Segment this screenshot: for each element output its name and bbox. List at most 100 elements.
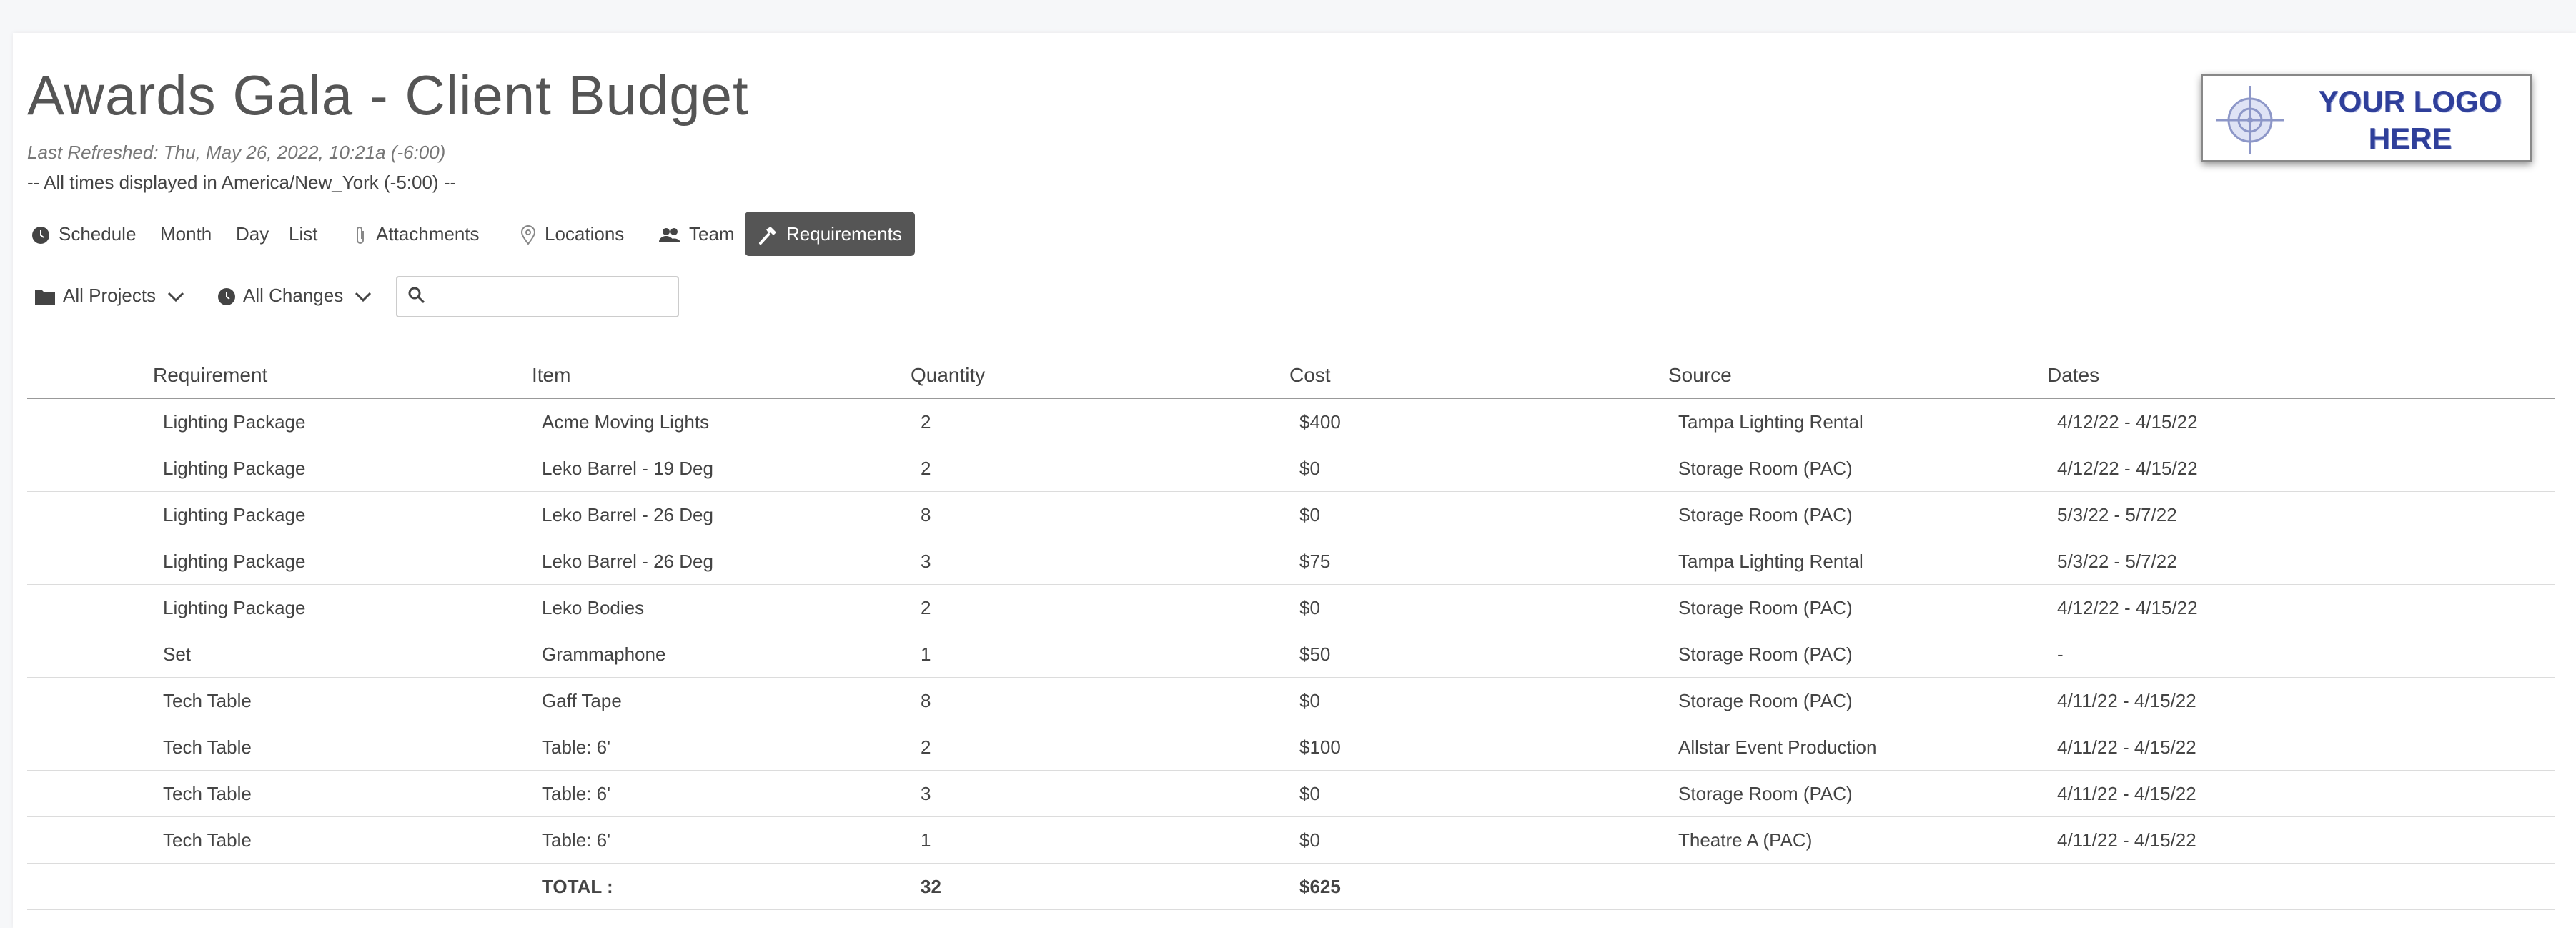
cell-dates: 4/11/22 - 4/15/22 <box>2047 816 2555 864</box>
table-row: Tech Table Table: 6' 1 $0 Theatre A (PAC) 4/1… <box>27 816 2555 864</box>
logo-crosshair-icon <box>2216 86 2284 154</box>
projects-filter-label: All Projects <box>63 285 157 306</box>
cell-requirement: Tech Table <box>153 770 532 817</box>
clock-icon <box>32 227 49 245</box>
folder-icon <box>35 290 55 305</box>
cell-item: Gaff Tape <box>532 677 911 724</box>
timezone-note: -- All times displayed in America/New_Yo… <box>27 172 457 193</box>
cell-quantity: 1 <box>911 631 1289 678</box>
cell-item: Leko Barrel - 26 Deg <box>532 538 911 585</box>
nav-requirements-label: Requirements <box>786 223 902 245</box>
cell-cost: $0 <box>1289 491 1668 538</box>
header-item[interactable]: Item <box>532 353 911 399</box>
table-row: Lighting Package Leko Bodies 2 $0 Storage Ro… <box>27 584 2555 631</box>
cell-requirement: Lighting Package <box>153 445 532 492</box>
cell-item: Table: 6' <box>532 770 911 817</box>
paperclip-icon <box>357 227 364 245</box>
table-row: Tech Table Table: 6' 3 $0 Storage Room (PAC)… <box>27 770 2555 817</box>
table-row: Lighting Package Acme Moving Lights 2 $400 T… <box>27 398 2555 445</box>
nav-requirements[interactable]: Requirements <box>745 212 915 256</box>
cell-requirement: Lighting Package <box>153 538 532 585</box>
cell-dates: 4/12/22 - 4/15/22 <box>2047 445 2555 492</box>
search-input[interactable] <box>435 282 673 313</box>
cell-cost: $0 <box>1289 770 1668 817</box>
people-icon <box>659 228 680 242</box>
cell-dates: 4/11/22 - 4/15/22 <box>2047 770 2555 817</box>
cell-requirement: Lighting Package <box>153 398 532 445</box>
nav-schedule[interactable]: Schedule <box>31 212 136 256</box>
header-requirement[interactable]: Requirement <box>153 353 532 399</box>
cell-source: Theatre A (PAC) <box>1668 816 2047 864</box>
cell-dates: - <box>2047 631 2555 678</box>
cell-quantity: 3 <box>911 538 1289 585</box>
nav-team[interactable]: Team <box>659 212 735 256</box>
cell-source: Allstar Event Production <box>1668 724 2047 771</box>
nav-locations[interactable]: Locations <box>520 212 624 256</box>
cell-item: Leko Barrel - 19 Deg <box>532 445 911 492</box>
search-icon <box>408 287 425 304</box>
header-spacer <box>27 353 153 399</box>
cell-requirement: Tech Table <box>153 677 532 724</box>
nav-day[interactable]: Day <box>236 212 269 256</box>
nav-attachments-label: Attachments <box>376 223 480 245</box>
cell-item: Table: 6' <box>532 724 911 771</box>
hammer-icon <box>759 227 776 245</box>
cell-requirement: Tech Table <box>153 816 532 864</box>
cell-cost: $0 <box>1289 584 1668 631</box>
projects-filter-dropdown[interactable]: All Projects <box>34 272 192 319</box>
table-row: Tech Table Gaff Tape 8 $0 Storage Room (PAC)… <box>27 677 2555 724</box>
table-row: Tech Table Table: 6' 2 $100 Allstar Event Pr… <box>27 724 2555 771</box>
requirements-table: Requirement Item Quantity Cost Source Da… <box>27 353 2555 910</box>
cell-quantity: 2 <box>911 724 1289 771</box>
cell-item: Acme Moving Lights <box>532 398 911 445</box>
table-row: Lighting Package Leko Barrel - 19 Deg 2 $0 S… <box>27 445 2555 492</box>
last-refreshed: Last Refreshed: Thu, May 26, 2022, 10:21… <box>27 142 446 163</box>
changes-filter-dropdown[interactable]: All Changes <box>217 272 380 319</box>
cell-cost: $75 <box>1289 538 1668 585</box>
nav-list[interactable]: List <box>289 212 317 256</box>
cell-cost: $0 <box>1289 677 1668 724</box>
cell-source: Storage Room (PAC) <box>1668 770 2047 817</box>
cell-cost: $100 <box>1289 724 1668 771</box>
cell-cost: $50 <box>1289 631 1668 678</box>
page-title: Awards Gala - Client Budget <box>27 64 749 127</box>
table-row: Set Grammaphone 1 $50 Storage Room (PAC) - <box>27 631 2555 678</box>
nav-month[interactable]: Month <box>160 212 212 256</box>
cell-dates: 4/12/22 - 4/15/22 <box>2047 584 2555 631</box>
table-row: Lighting Package Leko Barrel - 26 Deg 3 $75… <box>27 538 2555 585</box>
cell-item: Table: 6' <box>532 816 911 864</box>
cell-source: Storage Room (PAC) <box>1668 445 2047 492</box>
cell-dates: 5/3/22 - 5/7/22 <box>2047 491 2555 538</box>
cell-dates: 4/12/22 - 4/15/22 <box>2047 398 2555 445</box>
header-dates[interactable]: Dates <box>2047 353 2555 399</box>
chevron-down-icon <box>168 292 184 302</box>
total-quantity: 32 <box>911 863 1289 910</box>
header-quantity[interactable]: Quantity <box>911 353 1289 399</box>
cell-requirement: Tech Table <box>153 724 532 771</box>
history-icon <box>218 288 235 306</box>
cell-item: Leko Barrel - 26 Deg <box>532 491 911 538</box>
chevron-down-icon <box>355 292 372 302</box>
cell-source: Tampa Lighting Rental <box>1668 538 2047 585</box>
cell-quantity: 8 <box>911 491 1289 538</box>
cell-source: Storage Room (PAC) <box>1668 584 2047 631</box>
header-cost[interactable]: Cost <box>1289 353 1668 399</box>
cell-cost: $0 <box>1289 445 1668 492</box>
nav-team-label: Team <box>689 223 735 245</box>
cell-source: Tampa Lighting Rental <box>1668 398 2047 445</box>
cell-quantity: 2 <box>911 398 1289 445</box>
cell-cost: $0 <box>1289 816 1668 864</box>
map-pin-icon <box>520 225 536 245</box>
cell-quantity: 2 <box>911 445 1289 492</box>
cell-cost: $400 <box>1289 398 1668 445</box>
search-box[interactable] <box>396 276 679 317</box>
table-header-row: Requirement Item Quantity Cost Source Da… <box>27 353 2555 399</box>
total-cost: $625 <box>1289 863 1668 910</box>
nav-attachments[interactable]: Attachments <box>355 212 480 256</box>
header-source[interactable]: Source <box>1668 353 2047 399</box>
cell-source: Storage Room (PAC) <box>1668 677 2047 724</box>
logo-text: YOUR LOGO HERE <box>2318 84 2502 155</box>
cell-quantity: 2 <box>911 584 1289 631</box>
table-total-row: TOTAL :32 $625 <box>27 863 2555 910</box>
changes-filter-label: All Changes <box>243 285 344 306</box>
